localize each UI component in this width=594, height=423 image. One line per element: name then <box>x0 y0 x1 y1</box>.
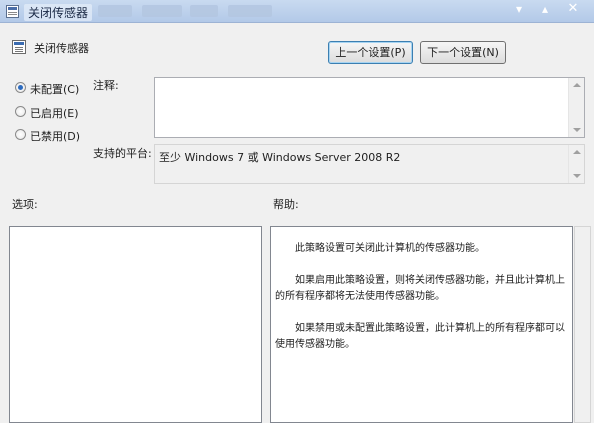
scroll-down-icon[interactable] <box>573 174 581 178</box>
help-paragraph: 如果禁用或未配置此策略设置，此计算机上的所有程序都可以使用传感器功能。 <box>275 323 565 350</box>
radio-label: 已禁用(D) <box>30 130 81 143</box>
scroll-down-icon[interactable] <box>573 128 581 132</box>
platform-scrollbar[interactable] <box>568 145 584 183</box>
title-bar: 关闭传感器 ▾ ▴ ✕ <box>0 0 594 23</box>
blurred-title-area <box>98 5 132 17</box>
scroll-up-icon[interactable] <box>573 150 581 154</box>
platform-value: 至少 Windows 7 或 Windows Server 2008 R2 <box>159 151 401 164</box>
comment-textarea[interactable] <box>154 77 585 138</box>
radio-label: 未配置(C) <box>30 83 80 96</box>
close-button[interactable]: ✕ <box>560 0 586 18</box>
policy-icon <box>12 40 26 54</box>
help-paragraph: 此策略设置可关闭此计算机的传感器功能。 <box>295 243 485 254</box>
options-section-label: 选项: <box>12 198 38 211</box>
radio-circle[interactable] <box>15 129 26 140</box>
policy-icon <box>6 5 19 18</box>
help-paragraph: 如果启用此策略设置，则将关闭传感器功能，并且此计算机上的所有程序都将无法使用传感… <box>275 275 565 302</box>
platform-label: 支持的平台: <box>93 147 152 160</box>
comment-scrollbar[interactable] <box>568 78 584 137</box>
options-panel <box>9 226 262 423</box>
blurred-title-area <box>228 5 272 17</box>
radio-label: 已启用(E) <box>30 107 79 120</box>
help-panel: 此策略设置可关闭此计算机的传感器功能。 如果启用此策略设置，则将关闭传感器功能，… <box>270 226 573 423</box>
comment-label: 注释: <box>93 79 119 92</box>
next-setting-button[interactable]: 下一个设置(N) <box>420 41 506 64</box>
scroll-up-icon[interactable] <box>573 83 581 87</box>
radio-circle[interactable] <box>15 106 26 117</box>
help-text: 此策略设置可关闭此计算机的传感器功能。 如果启用此策略设置，则将关闭传感器功能，… <box>275 241 568 369</box>
maximize-button[interactable]: ▴ <box>532 0 558 18</box>
blurred-title-area <box>190 5 218 17</box>
blurred-title-area <box>142 5 182 17</box>
radio-circle[interactable] <box>15 82 26 93</box>
help-section-label: 帮助: <box>273 198 299 211</box>
policy-title: 关闭传感器 <box>34 42 89 55</box>
platform-field: 至少 Windows 7 或 Windows Server 2008 R2 <box>154 144 585 184</box>
help-scrollbar[interactable] <box>574 226 591 423</box>
minimize-button[interactable]: ▾ <box>506 0 532 18</box>
previous-setting-button[interactable]: 上一个设置(P) <box>328 41 413 64</box>
window-title: 关闭传感器 <box>24 4 93 21</box>
